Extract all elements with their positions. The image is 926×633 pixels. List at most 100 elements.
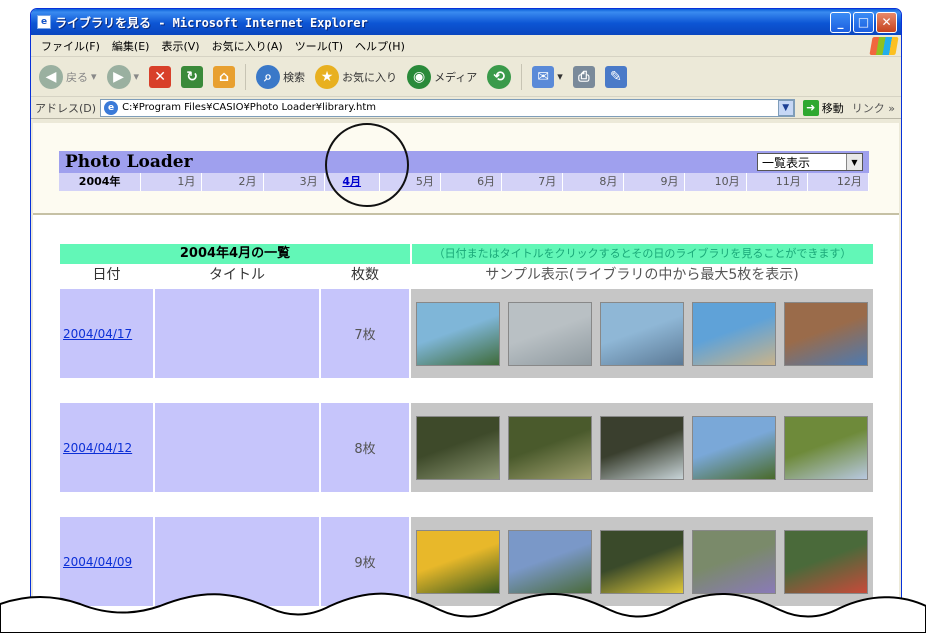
address-value: C:¥Program Files¥CASIO¥Photo Loader¥libr…: [122, 102, 377, 113]
thumbnail-image[interactable]: [507, 415, 592, 480]
month-link-9[interactable]: 9月: [624, 173, 686, 191]
thumbnail-image[interactable]: [784, 415, 869, 480]
thumbnail-image[interactable]: [784, 301, 869, 366]
search-button[interactable]: ⌕ 検索: [252, 63, 309, 91]
thumbnail-image[interactable]: [507, 301, 592, 366]
media-button[interactable]: ◉ メディア: [403, 63, 481, 91]
refresh-button[interactable]: ↻: [177, 64, 207, 90]
date-link[interactable]: 2004/04/17: [63, 327, 132, 341]
thumbnail-image[interactable]: [415, 415, 500, 480]
count-cell: 7枚: [321, 289, 409, 378]
menu-help[interactable]: ヘルプ(H): [349, 38, 411, 54]
thumbnail-image[interactable]: [600, 529, 684, 594]
mail-button[interactable]: ✉ ▾: [528, 64, 567, 90]
address-label: アドレス(D): [35, 101, 97, 115]
history-button[interactable]: ⟲: [483, 63, 515, 91]
thumbnail-image[interactable]: [692, 415, 777, 480]
browser-window: e ライブラリを見る - Microsoft Internet Explorer…: [30, 8, 902, 633]
toolbar: ◀ 戻る ▾ ▶ ▾ ✕ ↻ ⌂ ⌕ 検索 ★ お気に入り ◉ メディア ⟲ ✉…: [31, 57, 901, 97]
date-link[interactable]: 2004/04/09: [63, 555, 132, 569]
search-icon: ⌕: [256, 64, 281, 89]
month-link-12[interactable]: 12月: [808, 173, 869, 191]
thumbnail-image[interactable]: [600, 301, 684, 366]
maximize-button[interactable]: □: [853, 11, 874, 33]
back-label: 戻る: [66, 70, 88, 84]
page-content: Photo Loader 一覧表示 ▼ 2004年 1月 2月 3月 4月 5月…: [33, 123, 899, 632]
view-mode-select[interactable]: 一覧表示 ▼: [757, 153, 863, 171]
mail-icon: ✉: [532, 65, 555, 88]
menu-tools[interactable]: ツール(T): [289, 38, 349, 54]
media-icon: ◉: [407, 64, 432, 89]
view-mode-value: 一覧表示: [762, 155, 811, 170]
home-button[interactable]: ⌂: [209, 64, 239, 90]
highlight-circle: [325, 123, 409, 207]
forward-button[interactable]: ▶ ▾: [103, 63, 144, 91]
menu-favorites[interactable]: お気に入り(A): [206, 38, 289, 54]
thumbnail-image[interactable]: [507, 529, 592, 594]
windows-logo-icon: [869, 37, 899, 55]
torn-edge-wave: [0, 592, 926, 633]
address-input[interactable]: e C:¥Program Files¥CASIO¥Photo Loader¥li…: [100, 98, 795, 117]
back-arrow-icon: ◀: [39, 64, 63, 89]
month-link-3[interactable]: 3月: [264, 173, 325, 191]
print-button[interactable]: ⎙: [569, 64, 599, 90]
printer-icon: ⎙: [572, 65, 595, 88]
media-label: メディア: [434, 70, 478, 84]
thumbnail-image[interactable]: [415, 301, 500, 366]
month-link-8[interactable]: 8月: [563, 173, 625, 191]
thumbnail-image[interactable]: [600, 415, 684, 480]
month-link-11[interactable]: 11月: [747, 173, 808, 191]
edit-page-icon: ✎: [604, 65, 627, 88]
stop-icon: ✕: [149, 65, 172, 88]
title-cell[interactable]: [155, 289, 319, 378]
star-icon: ★: [315, 64, 340, 89]
date-link[interactable]: 2004/04/12: [63, 441, 132, 455]
month-link-1[interactable]: 1月: [141, 173, 203, 191]
links-button[interactable]: リンク »: [852, 100, 901, 116]
thumbnail-strip: [411, 289, 873, 378]
back-button[interactable]: ◀ 戻る ▾: [35, 63, 101, 91]
search-label: 検索: [283, 70, 306, 84]
edit-button[interactable]: ✎: [601, 64, 631, 90]
menu-bar: ファイル(F) 編集(E) 表示(V) お気に入り(A) ツール(T) ヘルプ(…: [31, 35, 901, 57]
title-cell[interactable]: [155, 403, 319, 492]
go-label: 移動: [821, 101, 844, 115]
thumbnail-image[interactable]: [692, 301, 777, 366]
month-nav: 2004年 1月 2月 3月 4月 5月 6月 7月 8月 9月 10月 11月…: [59, 173, 869, 191]
chevron-down-icon: ▼: [846, 154, 862, 170]
column-header-count: 枚数: [351, 267, 379, 283]
favorites-button[interactable]: ★ お気に入り: [311, 63, 401, 91]
column-header-date: 日付: [92, 267, 121, 283]
menu-view[interactable]: 表示(V): [155, 38, 205, 54]
year-label: 2004年: [59, 173, 142, 191]
stop-button[interactable]: ✕: [145, 64, 175, 90]
month-link-6[interactable]: 6月: [441, 173, 503, 191]
chevron-down-icon[interactable]: ▼: [777, 99, 794, 116]
list-title: 2004年4月の一覧: [60, 244, 410, 264]
list-hint: （日付またはタイトルをクリックするとその日のライブラリを見ることができます）: [412, 244, 873, 264]
refresh-icon: ↻: [181, 65, 204, 88]
column-header-sample: サンプル表示(ライブラリの中から最大5枚を表示): [485, 267, 799, 283]
favorites-label: お気に入り: [342, 70, 398, 84]
count-cell: 8枚: [321, 403, 409, 492]
title-bar[interactable]: e ライブラリを見る - Microsoft Internet Explorer…: [31, 9, 901, 35]
page-title: Photo Loader: [65, 152, 193, 172]
home-icon: ⌂: [213, 65, 236, 88]
table-row: 2004/04/12 8枚: [60, 403, 873, 492]
month-link-7[interactable]: 7月: [502, 173, 564, 191]
forward-arrow-icon: ▶: [106, 64, 131, 89]
thumbnail-image[interactable]: [692, 529, 777, 594]
month-link-2[interactable]: 2月: [202, 173, 264, 191]
go-button[interactable]: ➜ 移動: [799, 99, 848, 116]
month-link-10[interactable]: 10月: [685, 173, 747, 191]
menu-file[interactable]: ファイル(F): [35, 38, 106, 54]
thumbnail-image[interactable]: [784, 529, 869, 594]
history-icon: ⟲: [487, 64, 512, 89]
thumbnail-strip: [411, 403, 873, 492]
minimize-button[interactable]: _: [830, 11, 851, 33]
menu-edit[interactable]: 編集(E): [106, 38, 156, 54]
address-bar: アドレス(D) e C:¥Program Files¥CASIO¥Photo L…: [31, 97, 901, 119]
column-header-title: タイトル: [209, 267, 265, 283]
thumbnail-image[interactable]: [415, 529, 500, 594]
close-button[interactable]: ✕: [876, 11, 897, 33]
